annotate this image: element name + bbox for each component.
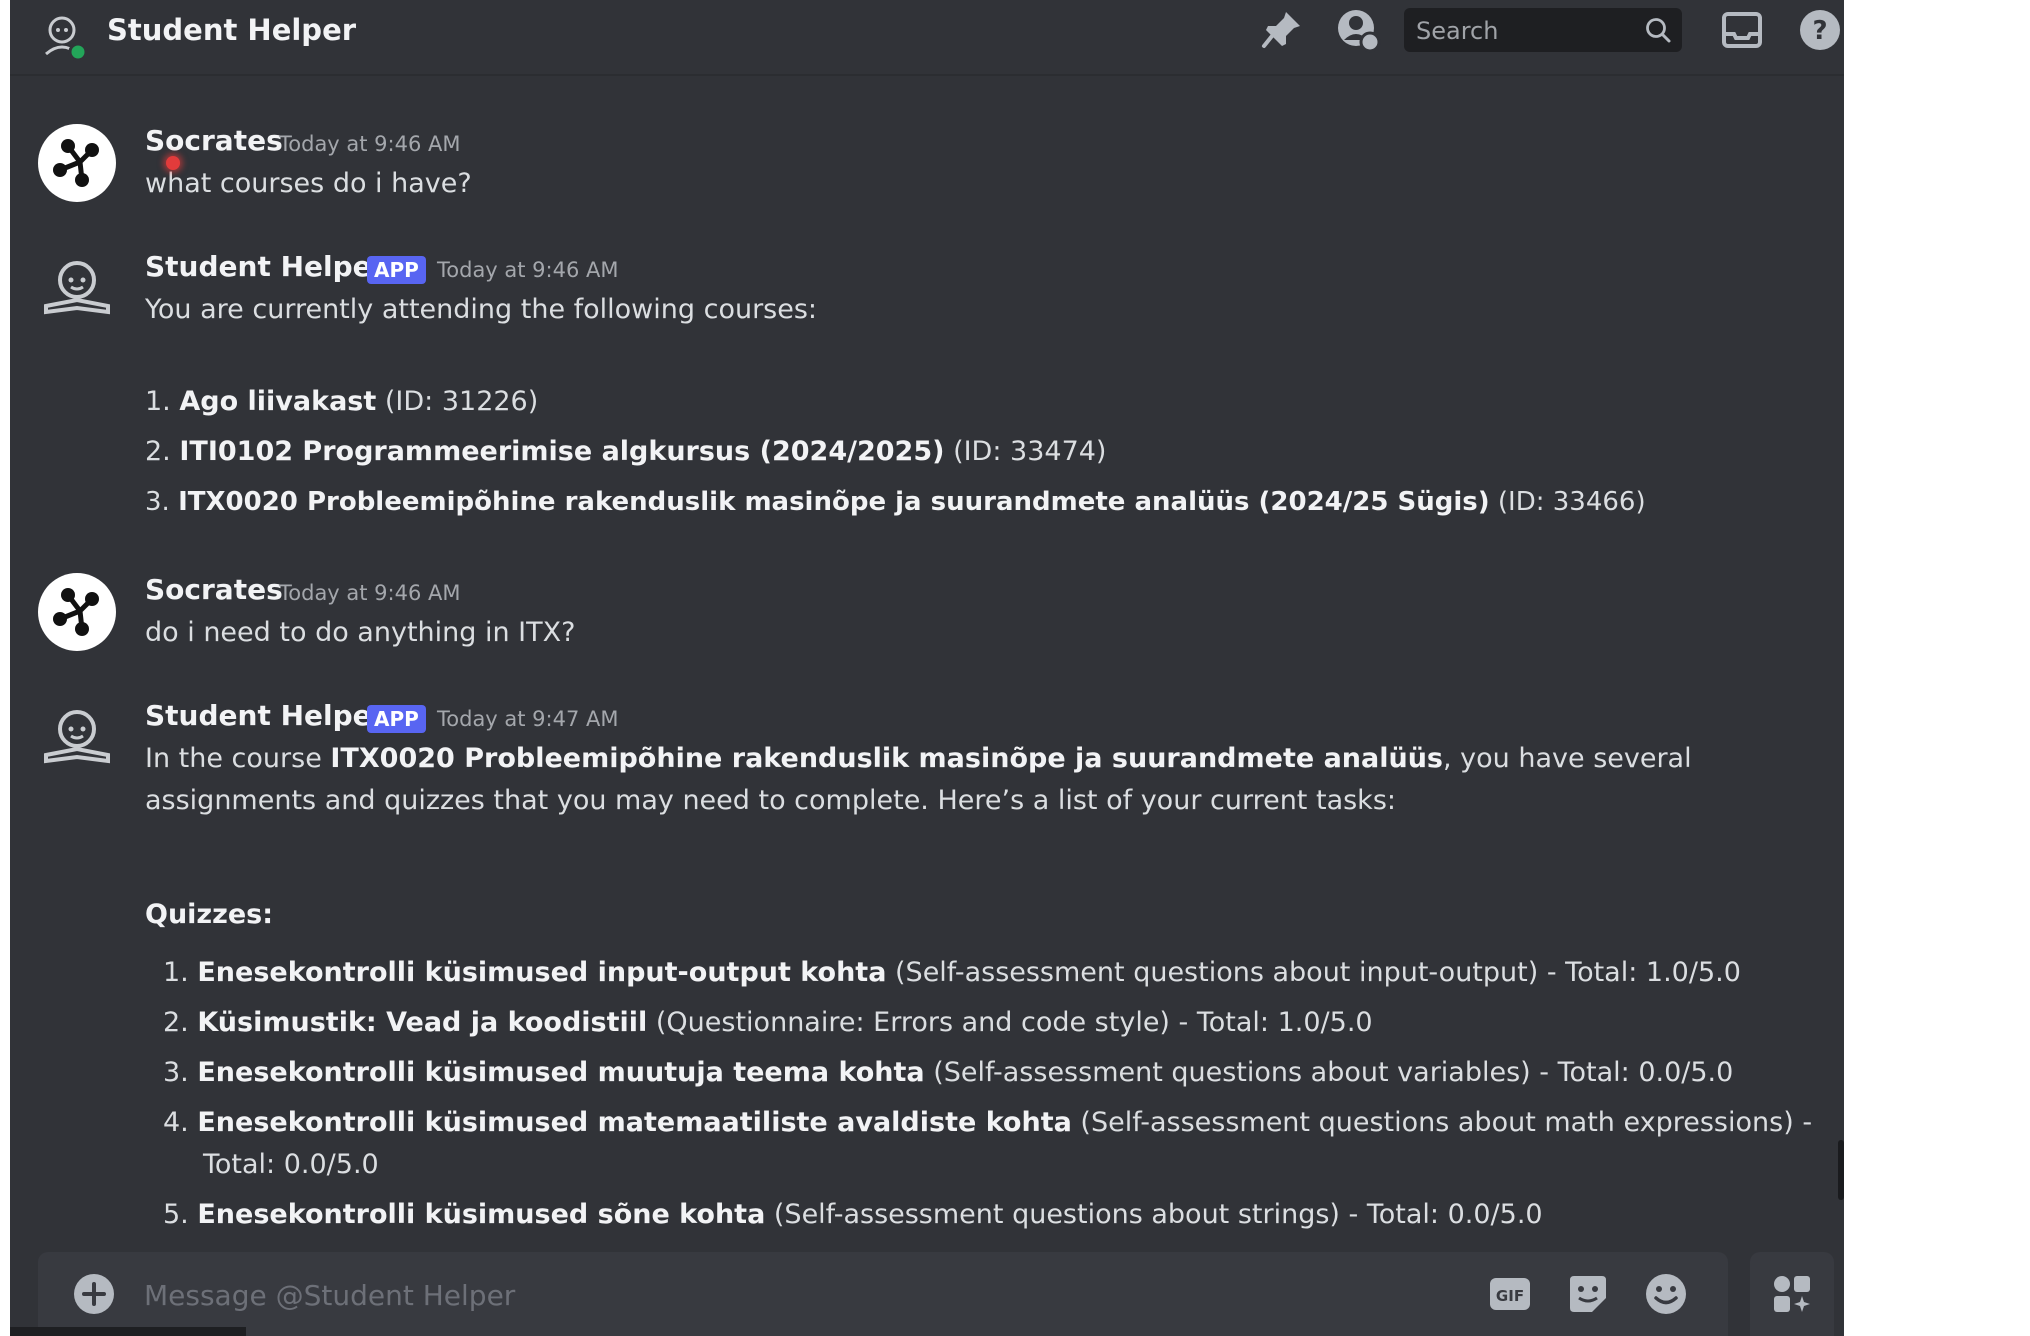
search-input[interactable] <box>1414 8 1628 54</box>
inbox-icon[interactable] <box>1718 6 1766 54</box>
message-author[interactable]: Socrates <box>145 573 283 607</box>
list-number: 1. <box>163 957 189 988</box>
quiz-name: Enesekontrolli küsimused sõne kohta <box>197 1199 766 1230</box>
list-item: 3. Enesekontrolli küsimused muutuja teem… <box>163 1053 1733 1093</box>
quiz-desc: (Self-assessment questions about input-o… <box>886 957 1741 988</box>
apps-icon[interactable] <box>1770 1272 1814 1316</box>
list-number: 3. <box>145 487 170 517</box>
message-timestamp: Today at 9:46 AM <box>279 132 461 156</box>
message-timestamp: Today at 9:46 AM <box>437 258 619 282</box>
message-text: In the course ITX0020 Probleemipõhine ra… <box>145 738 1705 822</box>
add-attachment-icon[interactable] <box>72 1272 116 1316</box>
search-box[interactable] <box>1404 8 1682 54</box>
course-id: (ID: 33466) <box>1497 487 1646 517</box>
quiz-desc: (Self-assessment questions about math ex… <box>1071 1107 1813 1138</box>
message-author[interactable]: Socrates <box>145 124 283 158</box>
course-name: ITX0020 Probleemipõhine rakenduslik masi… <box>178 487 1490 517</box>
list-number: 2. <box>145 436 171 467</box>
socrates-avatar[interactable] <box>38 124 116 202</box>
quiz-name: Enesekontrolli küsimused input-output ko… <box>197 957 887 988</box>
gif-icon[interactable]: GIF <box>1488 1272 1532 1316</box>
list-item-continued: Total: 0.0/5.0 <box>203 1145 379 1185</box>
message-text: what courses do i have? <box>145 168 472 199</box>
course-name: ITX0020 Probleemipõhine rakenduslik masi… <box>330 743 1443 774</box>
message-author[interactable]: Student Helper <box>145 250 385 284</box>
sticker-icon[interactable] <box>1566 1272 1610 1316</box>
list-item: 3. ITX0020 Probleemipõhine rakenduslik m… <box>145 482 1646 522</box>
list-item: 4. Enesekontrolli küsimused matemaatilis… <box>163 1103 1812 1143</box>
course-id: (ID: 33474) <box>953 436 1107 467</box>
quiz-desc: (Questionnaire: Errors and code style) -… <box>647 1007 1373 1038</box>
intro-prefix: In the course <box>145 743 331 774</box>
pointer-cursor <box>166 156 180 170</box>
channel-header: Student Helper ? <box>10 0 1844 76</box>
message-text: You are currently attending the followin… <box>145 294 818 325</box>
svg-text:GIF: GIF <box>1496 1287 1524 1305</box>
list-number: 3. <box>163 1057 189 1088</box>
dm-window: Student Helper ? <box>10 0 1844 1336</box>
message-timestamp: Today at 9:46 AM <box>279 581 461 605</box>
list-item: 5. Enesekontrolli küsimused sõne kohta (… <box>163 1195 1543 1235</box>
message-author[interactable]: Student Helper <box>145 699 385 733</box>
svg-text:?: ? <box>1812 16 1827 46</box>
emoji-icon[interactable] <box>1644 1272 1688 1316</box>
bot-avatar-icon[interactable] <box>38 10 90 62</box>
list-item: 1. Enesekontrolli küsimused input-output… <box>163 953 1741 993</box>
message-composer: GIF <box>38 1252 1728 1336</box>
list-number: 5. <box>163 1199 189 1230</box>
list-number: 2. <box>163 1007 189 1038</box>
quiz-desc: (Self-assessment questions about strings… <box>765 1199 1543 1230</box>
quiz-desc: Total: 0.0/5.0 <box>203 1149 379 1180</box>
quiz-name: Enesekontrolli küsimused matemaatiliste … <box>197 1107 1072 1138</box>
list-item: 2. Küsimustik: Vead ja koodistiil (Quest… <box>163 1003 1373 1043</box>
course-id: (ID: 31226) <box>384 386 539 417</box>
section-title: Quizzes: <box>145 899 274 930</box>
list-number: 4. <box>163 1107 189 1138</box>
quiz-name: Enesekontrolli küsimused muutuja teema k… <box>197 1057 925 1088</box>
message-input[interactable] <box>142 1262 1446 1328</box>
apps-launcher[interactable] <box>1750 1252 1834 1336</box>
help-icon[interactable]: ? <box>1796 6 1844 54</box>
scrollbar-thumb[interactable] <box>1838 1140 1844 1200</box>
course-name: ITI0102 Programmeerimise algkursus (2024… <box>179 436 945 467</box>
pin-icon[interactable] <box>1258 6 1306 54</box>
app-badge: APP <box>367 705 426 733</box>
user-profile-icon[interactable] <box>1334 6 1382 54</box>
app-badge: APP <box>367 256 426 284</box>
list-item: 2. ITI0102 Programmeerimise algkursus (2… <box>145 432 1106 472</box>
socrates-avatar[interactable] <box>38 573 116 651</box>
student-helper-avatar[interactable] <box>38 699 116 777</box>
page-title: Student Helper <box>107 13 357 47</box>
list-number: 1. <box>145 386 171 417</box>
course-name: Ago liivakast <box>179 386 377 417</box>
message-timestamp: Today at 9:47 AM <box>437 707 619 731</box>
search-icon[interactable] <box>1644 16 1672 44</box>
list-item: 1. Ago liivakast (ID: 31226) <box>145 382 538 422</box>
quiz-desc: (Self-assessment questions about variabl… <box>924 1057 1734 1088</box>
taskbar-strip <box>10 1327 246 1336</box>
message-text: do i need to do anything in ITX? <box>145 617 576 648</box>
student-helper-avatar[interactable] <box>38 250 116 328</box>
quiz-name: Küsimustik: Vead ja koodistiil <box>197 1007 648 1038</box>
